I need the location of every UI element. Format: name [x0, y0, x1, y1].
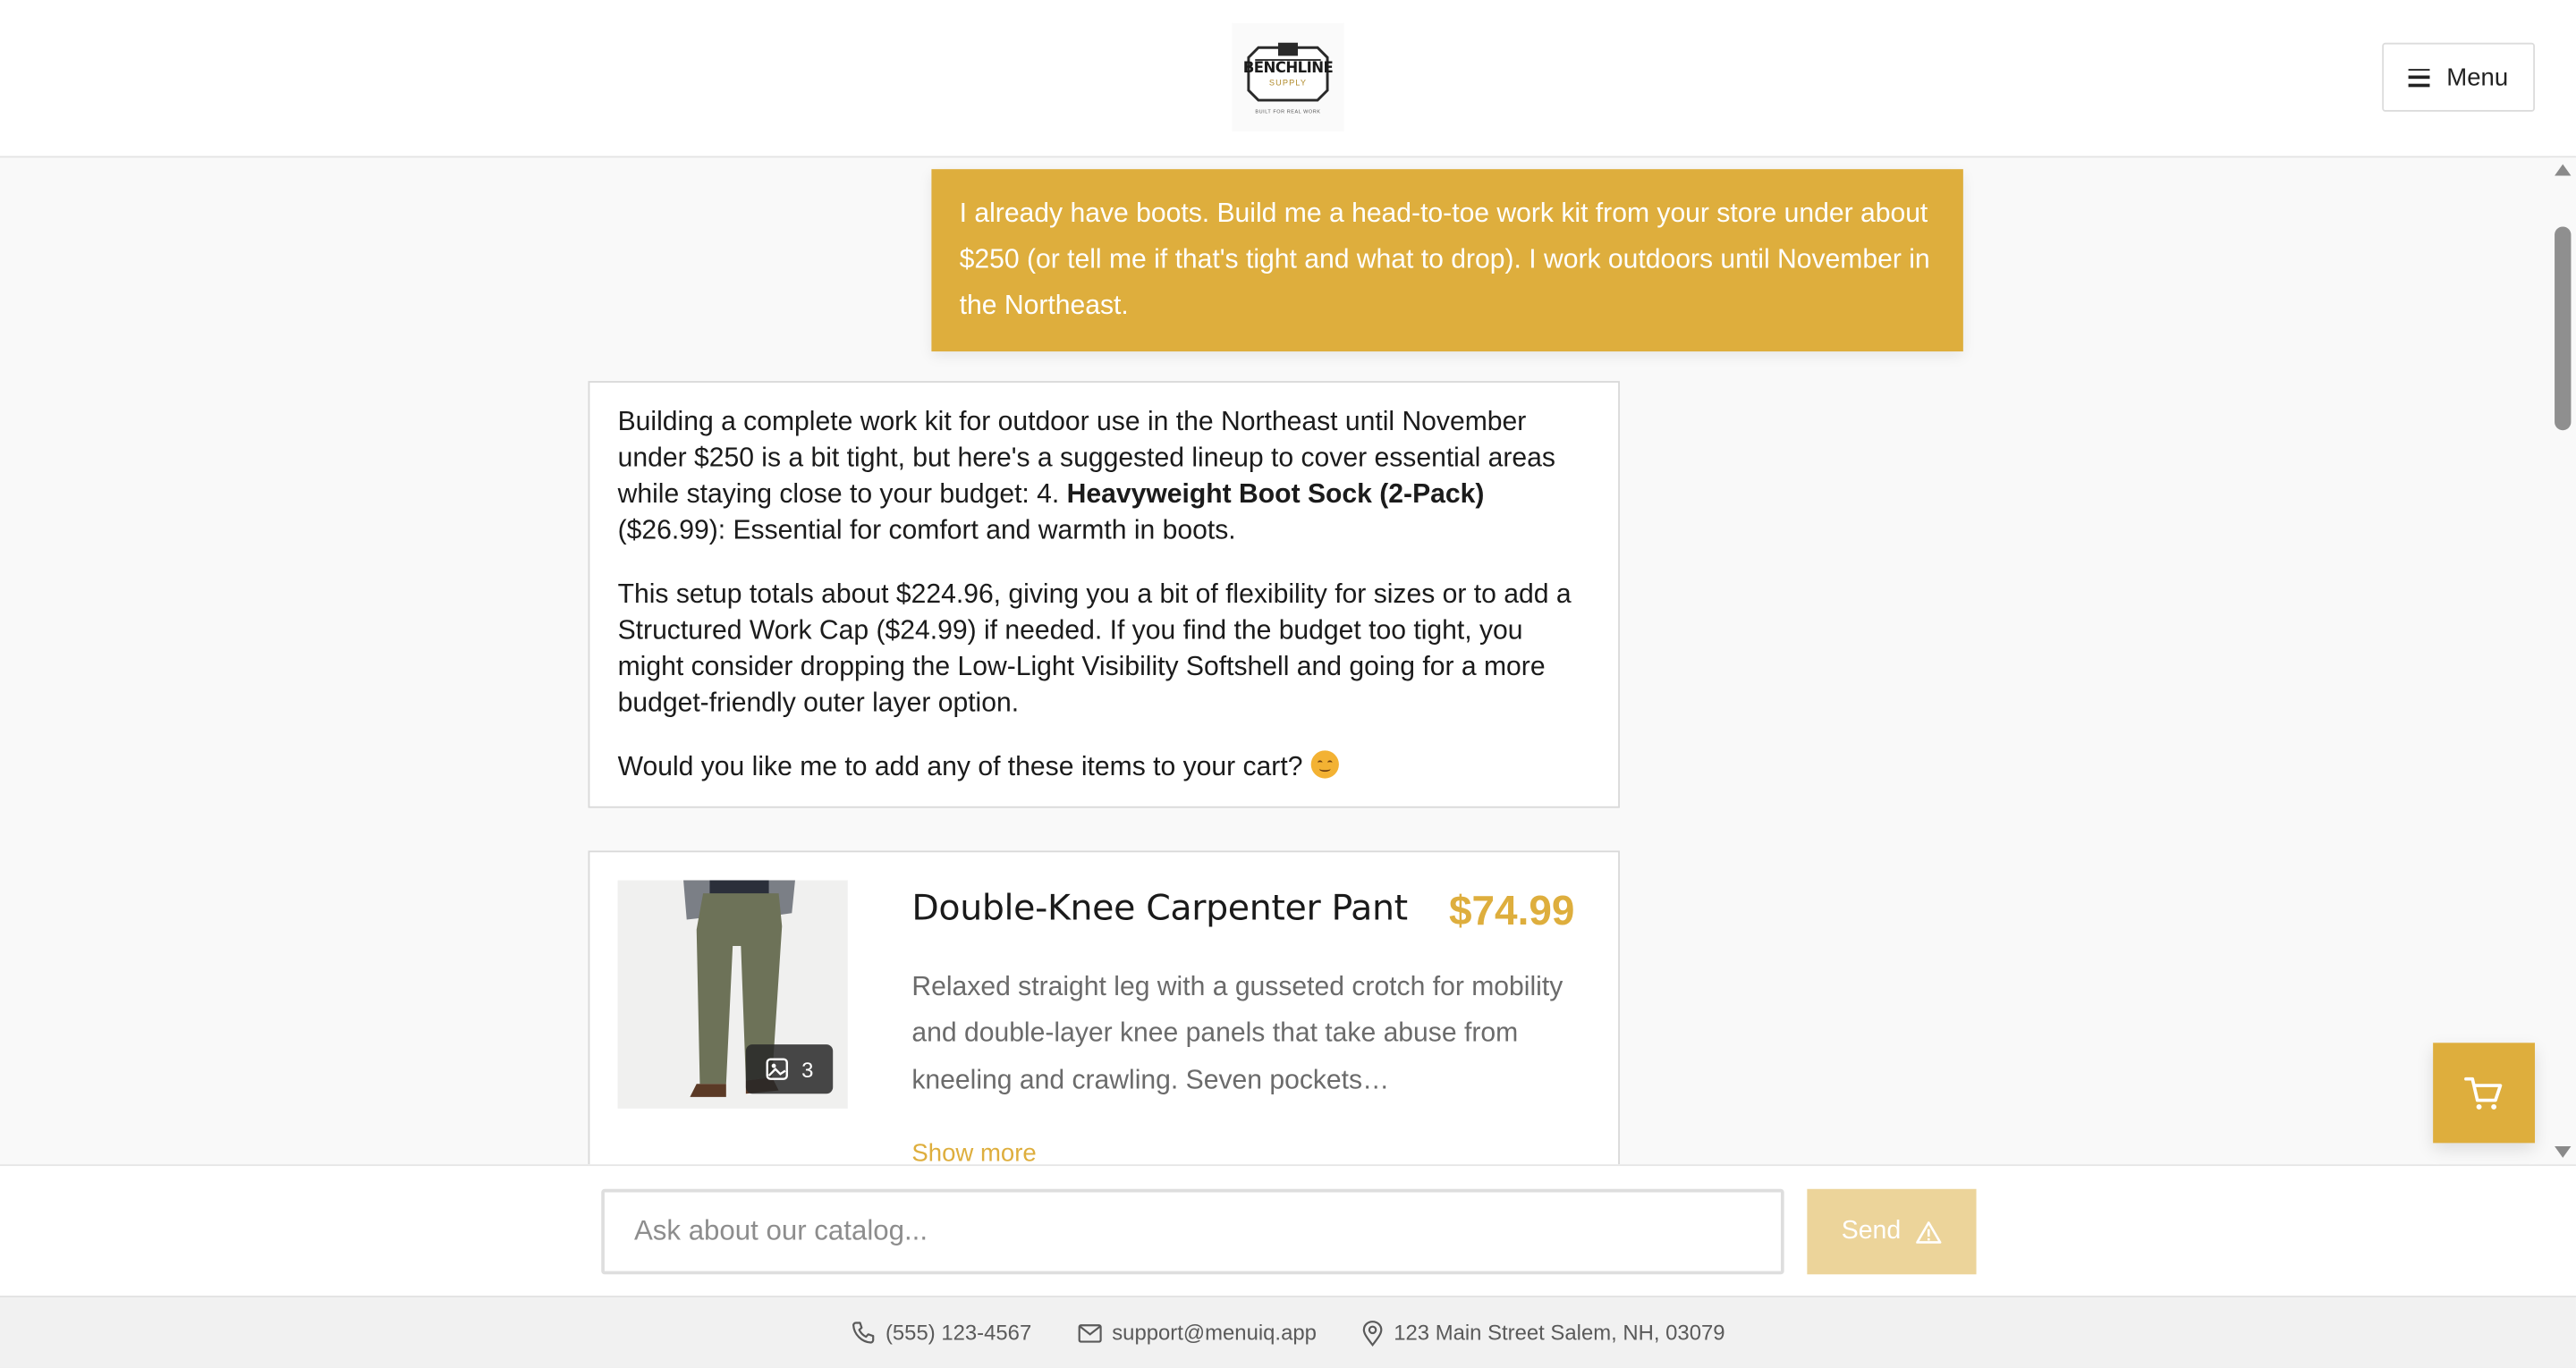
scroll-down-arrow[interactable] — [2555, 1146, 2572, 1158]
input-bar: Send — [0, 1164, 2576, 1296]
assistant-paragraph-3: Would you like me to add any of these it… — [618, 749, 1590, 785]
location-pin-icon — [1363, 1320, 1384, 1347]
phone-icon — [852, 1322, 875, 1344]
p1-bold: Heavyweight Boot Sock (2-Pack) — [1066, 479, 1485, 510]
header: BENCHLINE SUPPLY BUILT FOR REAL WORK Men… — [0, 0, 2576, 158]
phone-text: (555) 123-4567 — [885, 1320, 1032, 1346]
send-button[interactable]: Send — [1807, 1188, 1977, 1275]
chat-area[interactable]: I already have boots. Build me a head-to… — [0, 157, 2550, 1165]
email-text: support@menuiq.app — [1112, 1320, 1317, 1346]
footer-email[interactable]: support@menuiq.app — [1078, 1320, 1317, 1346]
logo-tagline: BUILT FOR REAL WORK — [1255, 107, 1321, 114]
mail-icon — [1078, 1323, 1102, 1342]
chat-scrollbar[interactable] — [2549, 157, 2576, 1165]
logo-badge: BENCHLINE SUPPLY — [1242, 40, 1335, 106]
image-count-badge: 3 — [745, 1044, 834, 1094]
chat-input[interactable] — [601, 1188, 1784, 1275]
image-icon — [766, 1058, 788, 1080]
brand-logo[interactable]: BENCHLINE SUPPLY BUILT FOR REAL WORK — [1232, 22, 1344, 131]
p3-text: Would you like me to add any of these it… — [617, 752, 1310, 782]
address-text: 123 Main Street Salem, NH, 03079 — [1394, 1320, 1725, 1346]
menu-button[interactable]: Menu — [2382, 42, 2536, 112]
product-price: $74.99 — [1448, 888, 1575, 935]
footer-address[interactable]: 123 Main Street Salem, NH, 03079 — [1362, 1320, 1725, 1347]
p1-text-after: ($26.99): Essential for comfort and warm… — [617, 515, 1236, 545]
logo-name: BENCHLINE — [1242, 60, 1334, 77]
product-card[interactable]: 3 Double-Knee Carpenter Pant $74.99 Rela… — [588, 850, 1620, 1165]
user-message: I already have boots. Build me a head-to… — [931, 169, 1963, 352]
cart-icon — [2464, 1076, 2503, 1109]
image-count: 3 — [801, 1056, 814, 1082]
footer-phone[interactable]: (555) 123-4567 — [851, 1320, 1032, 1346]
product-name[interactable]: Double-Knee Carpenter Pant — [911, 889, 1408, 930]
assistant-paragraph-2: This setup totals about $224.96, giving … — [617, 579, 1572, 718]
cart-button[interactable] — [2433, 1043, 2536, 1144]
assistant-message: Building a complete work kit for outdoor… — [588, 381, 1620, 808]
show-more-link[interactable]: Show more — [911, 1140, 1036, 1165]
warning-icon — [1916, 1220, 1942, 1243]
scroll-thumb[interactable] — [2555, 226, 2572, 431]
logo-sub: SUPPLY — [1268, 78, 1308, 89]
smile-emoji-icon — [1309, 750, 1339, 779]
scroll-up-arrow[interactable] — [2555, 164, 2572, 176]
menu-label: Menu — [2446, 63, 2509, 91]
assistant-paragraph-1: Building a complete work kit for outdoor… — [618, 404, 1590, 549]
app-frame: BENCHLINE SUPPLY BUILT FOR REAL WORK Men… — [0, 0, 2576, 1368]
footer: (555) 123-4567 support@menuiq.app 123 Ma… — [0, 1296, 2576, 1368]
send-label: Send — [1841, 1216, 1902, 1246]
product-image[interactable]: 3 — [617, 880, 848, 1109]
hamburger-icon — [2409, 68, 2430, 87]
product-description: Relaxed straight leg with a gusseted cro… — [911, 972, 1563, 1095]
